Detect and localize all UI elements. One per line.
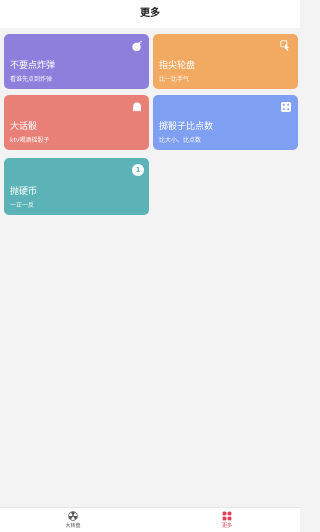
page-title: 更多	[140, 8, 160, 19]
radiation-icon	[68, 511, 78, 521]
card-title: 抛硬币	[10, 187, 38, 197]
tab-label: 更多	[221, 523, 232, 529]
bomb-icon	[132, 41, 143, 52]
card-title: 大话骰	[10, 122, 38, 132]
card-title: 指尖轮盘	[159, 61, 196, 71]
card-dice-compare[interactable]: 掷骰子比点数 比大小、比点数	[153, 95, 298, 150]
touch-icon	[280, 40, 289, 51]
tab-wheel[interactable]: 大转盘	[53, 511, 93, 529]
card-title: 掷骰子比点数	[159, 122, 214, 132]
card-subtitle: 看谁先点到炸弹	[10, 76, 53, 83]
card-subtitle: 比大小、比点数	[159, 137, 202, 144]
page-header: 更多	[0, 0, 300, 28]
tab-label: 大转盘	[65, 523, 81, 529]
card-title: 不要点炸弹	[10, 61, 56, 71]
card-subtitle: 比一比手气	[159, 76, 190, 83]
card-subtitle: 一正一反	[10, 202, 35, 209]
card-bomb-game[interactable]: 不要点炸弹 看谁先点到炸弹	[4, 34, 149, 89]
card-finger-roulette[interactable]: 指尖轮盘 比一比手气	[153, 34, 298, 89]
dice-icon	[281, 102, 291, 112]
chat-icon	[133, 102, 141, 112]
bottom-tab-bar: 大转盘 更多	[0, 507, 300, 532]
app-screen: 更多 不要点炸弹 看谁先点到炸弹 指尖轮盘 比一比手气 大话骰 ktv喝酒摇骰子…	[0, 0, 300, 532]
tab-more[interactable]: 更多	[207, 511, 247, 529]
card-liars-dice[interactable]: 大话骰 ktv喝酒摇骰子	[4, 95, 149, 150]
grid-icon	[222, 511, 232, 521]
coin-icon: 1	[132, 164, 144, 176]
card-coin-flip[interactable]: 抛硬币 一正一反 1	[4, 158, 149, 215]
card-subtitle: ktv喝酒摇骰子	[10, 137, 50, 144]
